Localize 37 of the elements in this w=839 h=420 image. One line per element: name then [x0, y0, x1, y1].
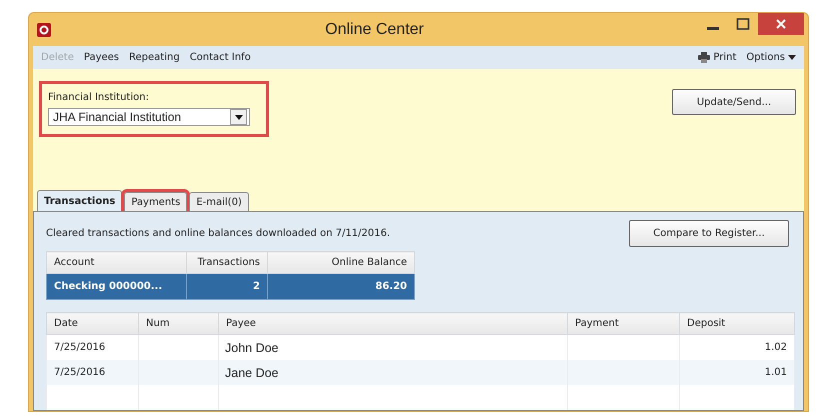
column-header[interactable]: Deposit	[680, 312, 794, 334]
caret-icon	[788, 55, 796, 60]
tab[interactable]: Transactions	[37, 190, 122, 211]
toolbar-button[interactable]: Payees	[80, 52, 124, 63]
column-header[interactable]: Online Balance	[268, 252, 414, 274]
maximize-icon	[736, 17, 750, 31]
printer-icon	[698, 52, 710, 63]
table-cell: 1.01	[680, 360, 794, 385]
window-title: Online Center	[324, 20, 425, 38]
caret-icon	[234, 114, 242, 120]
toolbar-button[interactable]: Contact Info	[186, 52, 255, 63]
column-header[interactable]: Account	[46, 252, 186, 274]
tab[interactable]: Payments	[124, 192, 188, 211]
table-cell: 2	[186, 274, 268, 300]
table-cell: Jane Doe	[218, 360, 568, 385]
column-header[interactable]: Date	[46, 312, 138, 334]
table-cell: 7/25/2016	[46, 360, 138, 385]
field-label: Financial Institution:	[48, 92, 150, 103]
column-header[interactable]: Num	[138, 312, 218, 334]
institution-dropdown[interactable]: JHA Financial Institution	[48, 108, 250, 126]
close-icon	[775, 18, 787, 30]
close-button[interactable]	[758, 13, 804, 35]
column-header[interactable]: Payee	[218, 312, 568, 334]
column-header[interactable]: Transactions	[186, 252, 268, 274]
tab[interactable]: E-mail(0)	[189, 192, 249, 211]
column-header[interactable]: Payment	[568, 312, 680, 334]
status-text: Cleared transactions and online balances downloaded on 7/11/2016.	[46, 228, 390, 239]
options-menu[interactable]: Options	[742, 52, 800, 63]
app-logo-icon	[37, 22, 51, 36]
table-cell: Checking 000000...	[46, 274, 186, 300]
toolbar-button[interactable]: Repeating	[125, 52, 184, 63]
update-send-button[interactable]: Update/Send...	[672, 89, 796, 115]
table-cell: 86.20	[268, 274, 414, 300]
print-button[interactable]: Print	[694, 52, 740, 63]
account-row[interactable]: Checking 000000... 2 86.20	[46, 274, 414, 300]
minimize-icon	[707, 26, 719, 30]
compare-to-register-button[interactable]: Compare to Register...	[629, 220, 789, 247]
